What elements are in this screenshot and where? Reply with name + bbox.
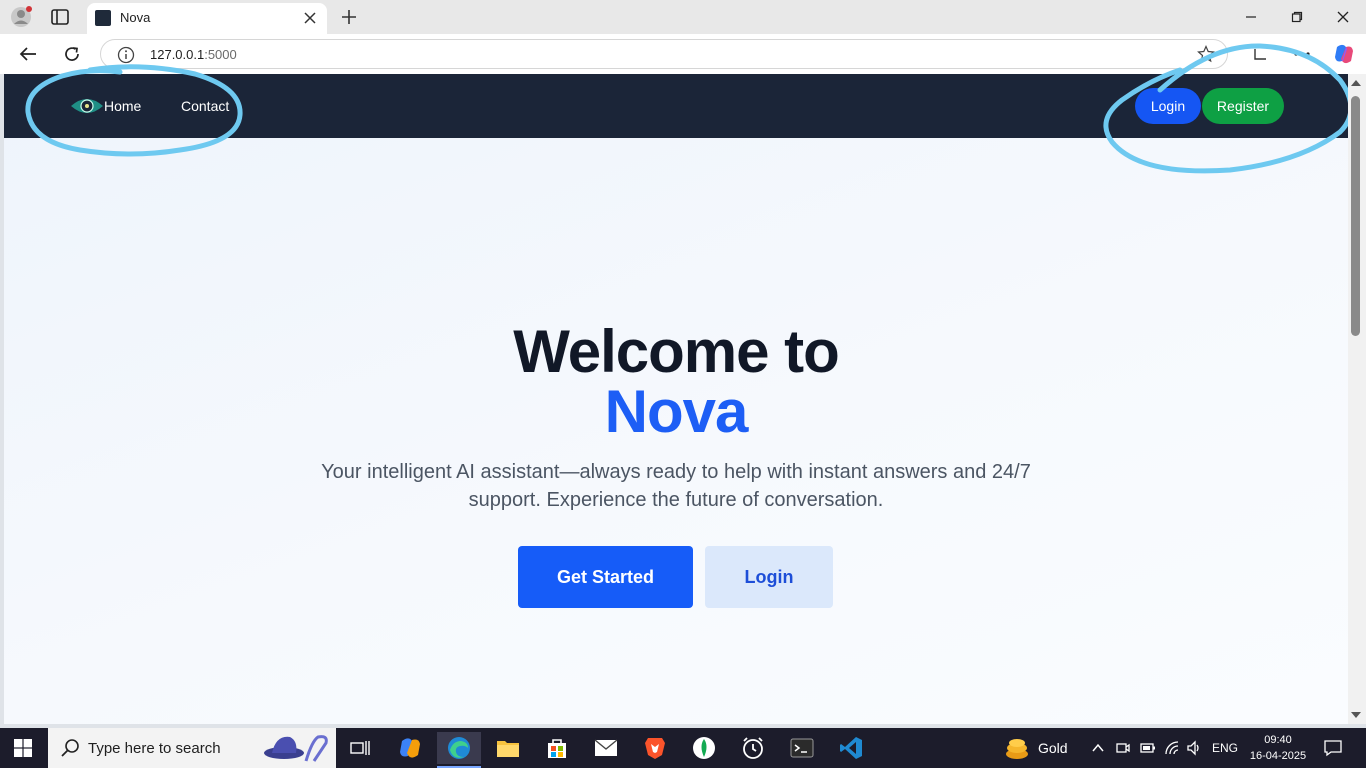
tab-title: Nova xyxy=(120,10,151,25)
task-view-icon[interactable] xyxy=(338,732,382,764)
url-port: :5000 xyxy=(204,47,237,62)
weather-widget[interactable]: Gold xyxy=(1004,736,1068,760)
input-language[interactable]: ENG xyxy=(1212,741,1238,755)
brave-browser-icon[interactable] xyxy=(633,732,677,764)
close-window-icon[interactable] xyxy=(1320,0,1366,34)
windows-taskbar: Type here to search Gold ENG 09:40 16-04… xyxy=(0,728,1366,768)
read-aloud-icon[interactable] xyxy=(1248,42,1272,66)
page-viewport: Home Contact Login Register Welcome to N… xyxy=(4,74,1348,724)
search-placeholder: Type here to search xyxy=(88,740,221,757)
wifi-icon[interactable] xyxy=(1164,740,1180,756)
restore-icon[interactable] xyxy=(1274,0,1320,34)
browser-toolbar: 127.0.0.1:5000 xyxy=(0,34,1366,74)
favorite-star-icon[interactable] xyxy=(1197,45,1215,63)
scroll-up-icon[interactable] xyxy=(1351,80,1361,86)
active-tab[interactable]: Nova xyxy=(87,3,327,34)
site-navbar: Home Contact Login Register xyxy=(4,74,1348,138)
file-explorer-icon[interactable] xyxy=(486,732,530,764)
profile-icon[interactable] xyxy=(10,6,32,28)
weather-label: Gold xyxy=(1038,740,1068,756)
battery-icon[interactable] xyxy=(1140,740,1156,756)
hero-brand-name: Nova xyxy=(604,378,749,445)
new-tab-icon[interactable] xyxy=(338,6,360,28)
url-host: 127.0.0.1 xyxy=(150,47,205,62)
notification-center-icon[interactable] xyxy=(1324,739,1342,757)
system-clock[interactable]: 09:40 16-04-2025 xyxy=(1248,732,1308,764)
taskbar-search-box[interactable]: Type here to search xyxy=(48,728,336,768)
scroll-down-icon[interactable] xyxy=(1351,712,1361,718)
nav-register-button[interactable]: Register xyxy=(1202,88,1284,124)
nav-link-contact[interactable]: Contact xyxy=(181,98,229,114)
terminal-favicon-icon xyxy=(95,10,111,26)
edge-browser-icon[interactable] xyxy=(437,732,481,768)
scroll-thumb[interactable] xyxy=(1351,96,1360,336)
show-hidden-icons-icon[interactable] xyxy=(1090,740,1106,756)
hero-subtitle: Your intelligent AI assistant—always rea… xyxy=(321,461,1031,511)
nav-login-button[interactable]: Login xyxy=(1135,88,1201,124)
close-tab-icon[interactable] xyxy=(301,9,319,27)
tab-actions-icon[interactable] xyxy=(50,8,70,26)
address-url: 127.0.0.1:5000 xyxy=(150,47,237,62)
refresh-icon[interactable] xyxy=(60,42,84,66)
gold-price-icon xyxy=(1006,739,1028,759)
page-scrollbar[interactable] xyxy=(1348,74,1366,724)
microsoft-store-icon[interactable] xyxy=(535,732,579,764)
terminal-icon[interactable] xyxy=(780,732,824,764)
search-highlight-hat-icon xyxy=(264,735,328,762)
windows-start-icon[interactable] xyxy=(14,739,32,757)
eye-logo-icon[interactable] xyxy=(70,96,104,116)
browser-tab-strip: Nova xyxy=(0,0,1366,34)
volume-icon[interactable] xyxy=(1186,740,1202,756)
nav-link-home[interactable]: Home xyxy=(104,98,141,114)
site-info-icon[interactable] xyxy=(117,46,135,64)
address-bar[interactable]: 127.0.0.1:5000 xyxy=(100,39,1228,69)
copilot-taskbar-icon[interactable] xyxy=(388,732,432,764)
hero-title: Welcome to xyxy=(513,318,840,385)
clock-time: 09:40 xyxy=(1264,734,1292,746)
more-options-icon[interactable] xyxy=(1290,42,1314,66)
search-icon xyxy=(61,739,79,757)
alarm-clock-icon[interactable] xyxy=(731,732,775,764)
back-arrow-icon[interactable] xyxy=(16,42,40,66)
meet-now-icon[interactable] xyxy=(1115,740,1131,756)
vscode-icon[interactable] xyxy=(829,732,873,764)
get-started-button[interactable]: Get Started xyxy=(518,546,693,608)
copilot-icon[interactable] xyxy=(1332,42,1356,66)
mail-icon[interactable] xyxy=(584,732,628,764)
hero-login-button[interactable]: Login xyxy=(705,546,833,608)
minimize-icon[interactable] xyxy=(1228,0,1274,34)
clock-date: 16-04-2025 xyxy=(1249,750,1307,762)
mongodb-compass-icon[interactable] xyxy=(682,732,726,764)
